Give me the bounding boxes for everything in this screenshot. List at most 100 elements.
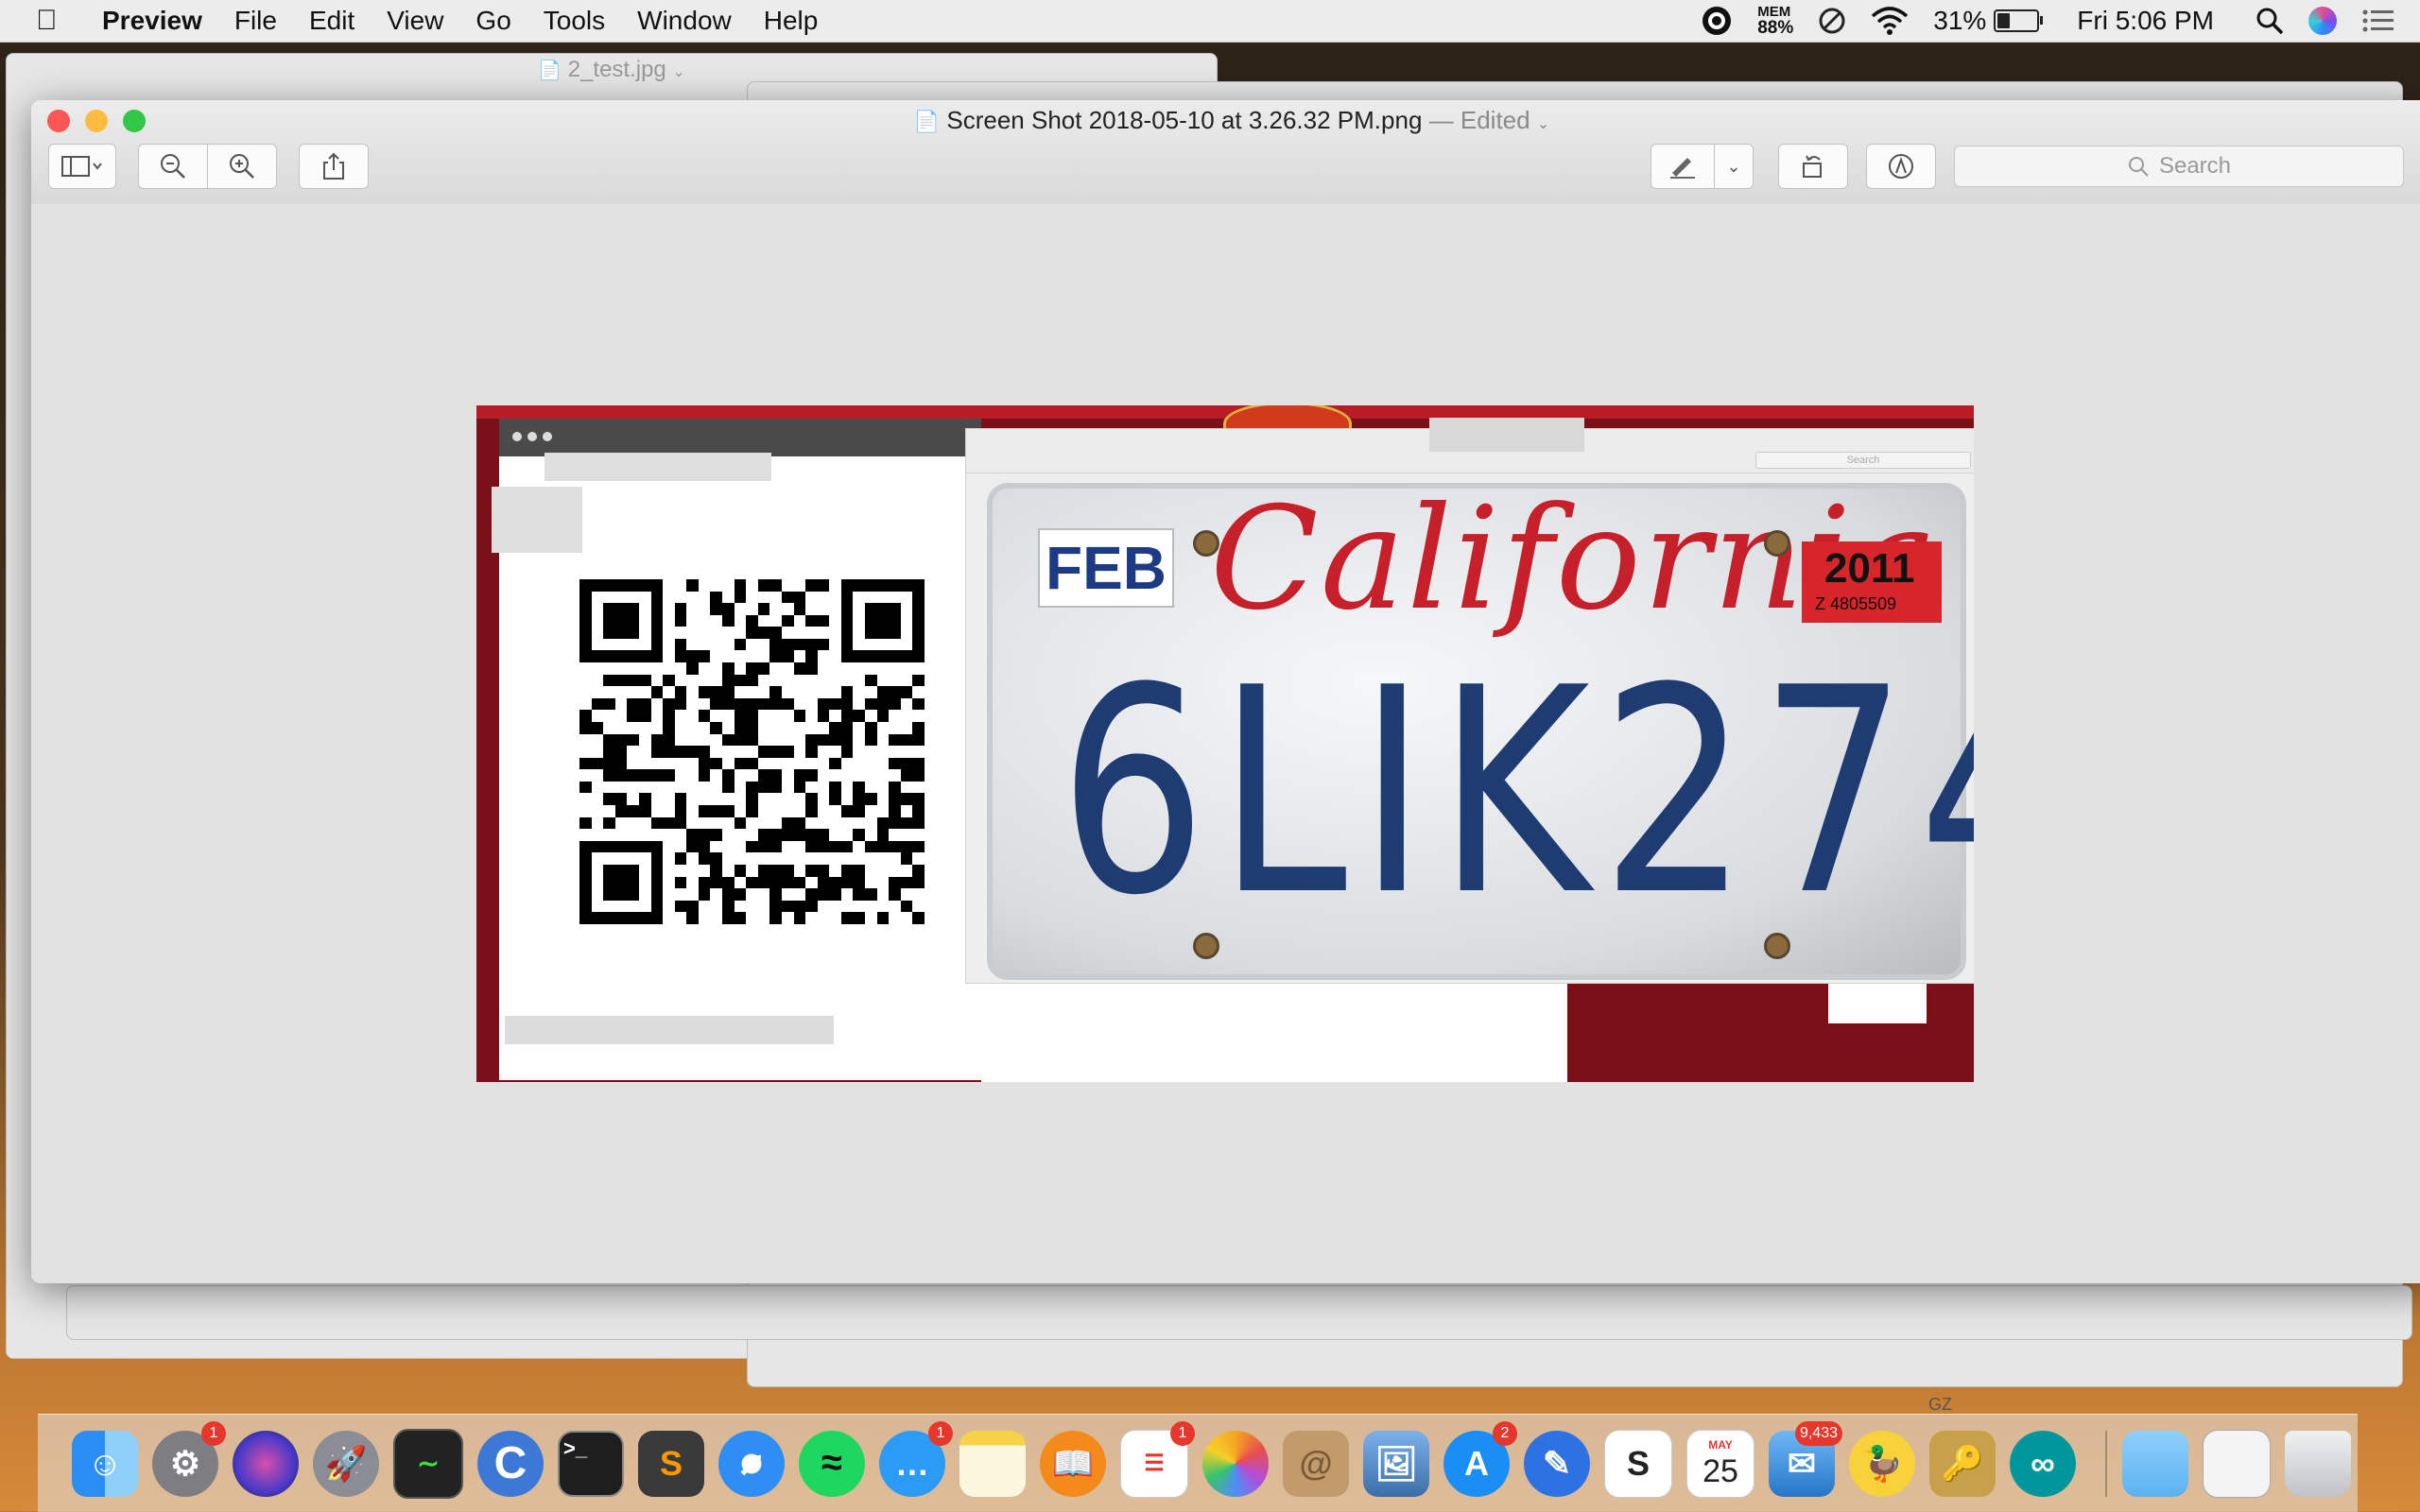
notification-center-icon[interactable] xyxy=(2361,7,2395,35)
qr-module xyxy=(579,769,592,782)
window-dot xyxy=(543,432,552,441)
zoom-in-button[interactable] xyxy=(207,144,277,189)
qr-module xyxy=(650,591,664,604)
finder-icon[interactable]: ☺ xyxy=(72,1430,138,1497)
mail-icon[interactable]: ✉ 9,433 xyxy=(1769,1420,1842,1497)
qr-module xyxy=(900,757,913,770)
qr-module xyxy=(769,840,782,853)
ibooks-icon[interactable]: 📖 xyxy=(1040,1430,1106,1497)
share-button[interactable] xyxy=(299,144,369,189)
photos-icon[interactable] xyxy=(1202,1430,1269,1497)
battery-percent[interactable]: 31% xyxy=(1933,6,1986,36)
notification-badge: 1 xyxy=(201,1420,226,1446)
qr-module xyxy=(650,900,664,913)
qr-module xyxy=(746,912,758,924)
qr-module xyxy=(686,817,699,830)
notes-icon[interactable] xyxy=(959,1430,1026,1497)
markup-pen-button[interactable] xyxy=(1651,144,1715,189)
qr-module xyxy=(818,901,830,913)
menu-edit[interactable]: Edit xyxy=(309,6,354,36)
pages-icon[interactable]: ✎ xyxy=(1524,1430,1590,1497)
qr-module xyxy=(734,674,747,687)
qr-module xyxy=(710,579,722,592)
menu-go[interactable]: Go xyxy=(475,6,510,36)
markup-dropdown-button[interactable]: ⌄ xyxy=(1714,144,1754,189)
wifi-icon[interactable] xyxy=(1871,7,1909,35)
qr-module xyxy=(912,888,925,901)
qr-module xyxy=(627,817,639,830)
plate-bolt xyxy=(1193,530,1219,557)
qr-module xyxy=(735,852,747,865)
ccleaner-icon[interactable]: C xyxy=(477,1430,544,1497)
menu-app-name[interactable]: Preview xyxy=(102,6,202,36)
document-canvas[interactable]: Search FEB California 2011 Z 4805509 6LI… xyxy=(31,204,2420,1283)
markup-toolbar-button[interactable] xyxy=(1866,144,1936,189)
clock[interactable]: Fri 5:06 PM xyxy=(2077,6,2214,36)
qr-module xyxy=(686,758,699,770)
siri-icon[interactable] xyxy=(233,1430,299,1497)
zoom-out-button[interactable] xyxy=(138,144,208,189)
preview-icon[interactable]: 🖼 xyxy=(1363,1430,1429,1497)
terminal-icon[interactable]: >_ xyxy=(558,1430,624,1497)
memory-indicator[interactable]: MEM 88% xyxy=(1757,5,1793,37)
qr-module xyxy=(615,829,628,841)
qr-module xyxy=(603,865,615,877)
arduino-icon[interactable]: ∞ xyxy=(2010,1430,2076,1497)
spotlight-search-icon[interactable] xyxy=(2256,7,2284,35)
qr-module xyxy=(805,769,818,782)
qr-module xyxy=(698,769,711,782)
qr-module xyxy=(889,757,901,770)
safari-icon[interactable]: ➚ xyxy=(718,1430,785,1497)
slack-icon[interactable]: S xyxy=(1604,1429,1672,1498)
qr-module xyxy=(663,674,675,687)
activity-monitor-icon[interactable]: ∼ xyxy=(393,1428,463,1499)
qr-module xyxy=(686,865,699,877)
eye-icon[interactable] xyxy=(1701,5,1733,37)
messages-icon[interactable]: … 1 xyxy=(879,1420,953,1497)
menu-help[interactable]: Help xyxy=(764,6,819,36)
reminders-icon[interactable]: ☰ 1 xyxy=(1120,1420,1195,1498)
qr-module xyxy=(710,805,723,817)
qr-module xyxy=(592,805,604,817)
trash-icon[interactable] xyxy=(2285,1430,2351,1497)
qr-module xyxy=(603,829,615,841)
sublime-text-icon[interactable]: S xyxy=(638,1430,704,1497)
qr-module xyxy=(603,650,615,663)
menu-tools[interactable]: Tools xyxy=(544,6,605,36)
battery-icon[interactable] xyxy=(1994,9,2044,32)
qr-module xyxy=(603,769,615,782)
cyberduck-icon[interactable]: 🦆 xyxy=(1849,1430,1915,1497)
do-not-disturb-icon[interactable] xyxy=(1818,7,1846,35)
search-field[interactable]: Search xyxy=(1954,146,2404,187)
battery-level xyxy=(1997,13,2010,28)
menu-view[interactable]: View xyxy=(387,6,443,36)
menu-file[interactable]: File xyxy=(234,6,277,36)
spotify-icon[interactable]: ≈ xyxy=(799,1430,865,1497)
sidebar-toggle-button[interactable] xyxy=(48,144,116,189)
qr-module xyxy=(686,639,699,651)
launchpad-icon[interactable]: 🚀 xyxy=(313,1430,379,1497)
qr-module xyxy=(603,592,615,604)
qr-module xyxy=(627,579,639,592)
title-chevron-icon[interactable]: ⌄ xyxy=(1537,116,1549,132)
system-preferences-icon[interactable]: ⚙ 1 xyxy=(152,1420,226,1497)
app-store-icon[interactable]: A2 xyxy=(1443,1420,1517,1497)
siri-icon[interactable] xyxy=(2308,7,2337,35)
qr-module xyxy=(686,888,699,901)
keychain-icon[interactable]: 🔑 xyxy=(1929,1430,1996,1497)
window-title[interactable]: 📄 Screen Shot 2018-05-10 at 3.26.32 PM.p… xyxy=(31,106,2420,135)
qr-module xyxy=(579,638,592,651)
documents-stack-icon[interactable] xyxy=(2203,1429,2271,1498)
menu-window[interactable]: Window xyxy=(637,6,732,36)
apple-menu-icon[interactable]:  xyxy=(36,5,74,37)
calendar-icon[interactable]: MAY 25 xyxy=(1686,1429,1754,1498)
contacts-icon[interactable]: @ xyxy=(1283,1430,1349,1497)
qr-module xyxy=(614,805,628,817)
qr-module xyxy=(840,865,854,877)
qr-module xyxy=(781,816,794,830)
qr-module xyxy=(818,722,830,734)
qr-module xyxy=(686,592,699,604)
rotate-button[interactable] xyxy=(1778,144,1848,189)
qr-module xyxy=(782,852,794,865)
downloads-folder-icon[interactable] xyxy=(2122,1430,2188,1497)
